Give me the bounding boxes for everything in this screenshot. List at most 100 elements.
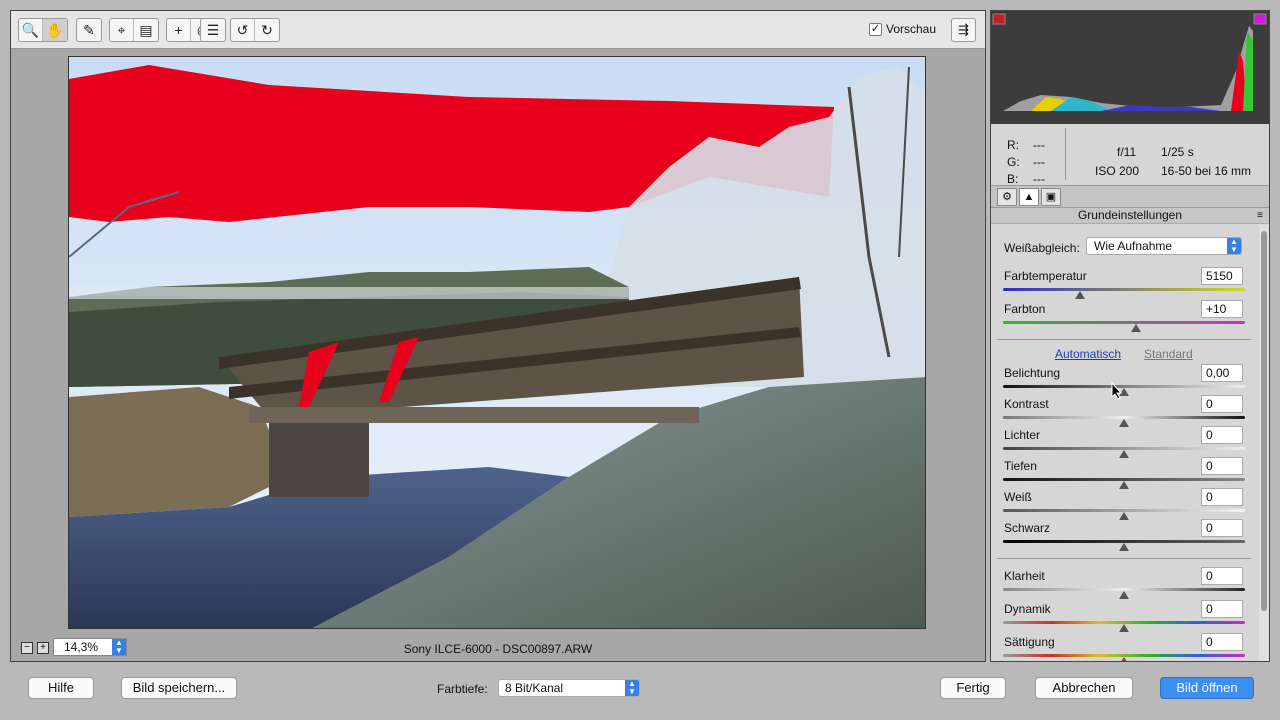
preview-checkbox[interactable]: ✓ (869, 22, 882, 36)
photo-preview (69, 57, 925, 628)
contrast-thumb[interactable] (1119, 419, 1129, 427)
highlights-label: Lichter (1004, 428, 1041, 442)
shadows-value[interactable]: 0 (1201, 457, 1243, 475)
crop-icon[interactable]: ⌖ (110, 19, 134, 41)
histogram (991, 11, 1269, 124)
panel-menu-icon[interactable]: ≡ (1257, 208, 1263, 223)
clarity-label: Klarheit (1004, 569, 1045, 583)
rotate-left-icon[interactable]: ↺ (231, 19, 255, 41)
vibrance-thumb[interactable] (1119, 624, 1129, 632)
lens-info: 16-50 bei 16 mm (1161, 164, 1252, 178)
tint-value[interactable]: +10 (1201, 300, 1243, 318)
contrast-value[interactable]: 0 (1201, 395, 1243, 413)
chevron-updown-icon: ▲ ▼ (625, 680, 639, 696)
image-info: R: --- G: --- B: --- f/11 1/25 s ISO 200… (991, 124, 1269, 186)
r-label: R: (1007, 138, 1019, 152)
b-label: B: (1007, 172, 1019, 186)
zoom-tool-icon[interactable]: 🔍 (19, 19, 43, 41)
saturation-thumb[interactable] (1119, 657, 1129, 661)
divider (997, 339, 1251, 340)
eyedropper-icon[interactable]: ✎ (77, 19, 101, 41)
camera-raw-dialog: 🔍 ✋ ✎ ⌖ ▤ + ◉ ☰ ↺ ↻ ✓ Vorsc (0, 0, 1280, 720)
section-header: Grundeinstellungen ≡ (991, 208, 1269, 224)
tool-group-6: ↺ ↻ (230, 18, 280, 42)
bit-depth-value: 8 Bit/Kanal (505, 681, 564, 695)
white-balance-value: Wie Aufnahme (1094, 239, 1173, 253)
basic-adjustments: Weißabgleich: Wie Aufnahme ▲ ▼ Farbtemper… (991, 225, 1259, 661)
divider (997, 558, 1251, 559)
tint-slider[interactable] (1003, 321, 1245, 324)
white-balance-label: Weißabgleich: (1004, 241, 1080, 255)
temperature-slider[interactable] (1003, 288, 1245, 291)
scrollbar-thumb[interactable] (1261, 231, 1267, 611)
help-button[interactable]: Hilfe (28, 677, 94, 699)
g-value: --- (1033, 155, 1045, 169)
highlight-clipping-icon[interactable] (1253, 13, 1267, 25)
saturation-label: Sättigung (1004, 635, 1055, 649)
vibrance-value[interactable]: 0 (1201, 600, 1243, 618)
default-link[interactable]: Standard (1144, 347, 1193, 361)
mouse-cursor-icon (1111, 382, 1123, 400)
exposure-label: Belichtung (1004, 366, 1061, 380)
hand-tool-icon[interactable]: ✋ (43, 19, 67, 41)
exposure-value[interactable]: 0,00 (1201, 364, 1243, 382)
chevron-updown-icon: ▲ ▼ (1227, 238, 1241, 254)
panel-scrollbar[interactable] (1259, 225, 1269, 661)
auto-link[interactable]: Automatisch (1055, 347, 1121, 361)
tab-camera-icon[interactable]: ▣ (1041, 188, 1061, 206)
white-balance-select[interactable]: Wie Aufnahme ▲ ▼ (1086, 237, 1242, 255)
b-value: --- (1033, 172, 1045, 186)
adjustments-panel: R: --- G: --- B: --- f/11 1/25 s ISO 200… (990, 10, 1270, 662)
aperture: f/11 (1117, 145, 1137, 159)
whites-value[interactable]: 0 (1201, 488, 1243, 506)
highlights-thumb[interactable] (1119, 450, 1129, 458)
tab-basic-icon[interactable]: ⚙ (997, 188, 1017, 206)
highlights-value[interactable]: 0 (1201, 426, 1243, 444)
tint-label: Farbton (1004, 302, 1046, 316)
section-title: Grundeinstellungen (1077, 208, 1183, 222)
blacks-thumb[interactable] (1119, 543, 1129, 551)
vibrance-label: Dynamik (1004, 602, 1051, 616)
whites-label: Weiß (1004, 490, 1032, 504)
tool-group-2: ✎ (76, 18, 102, 42)
tint-thumb[interactable] (1131, 324, 1142, 332)
toolbar: 🔍 ✋ ✎ ⌖ ▤ + ◉ ☰ ↺ ↻ ✓ Vorsc (11, 11, 985, 49)
shadows-thumb[interactable] (1119, 481, 1129, 489)
panel-tabs: ⚙ ▲ ▣ (991, 186, 1269, 208)
bit-depth-label: Farbtiefe: (437, 682, 488, 696)
tool-group-3: ⌖ ▤ (109, 18, 159, 42)
temperature-thumb[interactable] (1075, 291, 1086, 299)
tool-group-1: 🔍 ✋ (18, 18, 68, 42)
saturation-value[interactable]: 0 (1201, 633, 1243, 651)
open-image-button[interactable]: Bild öffnen (1160, 677, 1254, 699)
spot-removal-icon[interactable]: + (167, 19, 191, 41)
shadow-clipping-icon[interactable] (992, 13, 1006, 25)
clarity-value[interactable]: 0 (1201, 567, 1243, 585)
file-name: Sony ILCE-6000 - DSC00897.ARW (403, 642, 593, 656)
dialog-footer: Hilfe Bild speichern... Farbtiefe: 8 Bit… (0, 666, 1280, 720)
preview-toggle[interactable]: ✓ Vorschau (869, 22, 936, 36)
cancel-button[interactable]: Abbrechen (1035, 677, 1133, 699)
g-label: G: (1007, 155, 1020, 169)
preview-area: 🔍 ✋ ✎ ⌖ ▤ + ◉ ☰ ↺ ↻ ✓ Vorsc (10, 10, 986, 662)
clarity-thumb[interactable] (1119, 591, 1129, 599)
blacks-value[interactable]: 0 (1201, 519, 1243, 537)
info-divider (1065, 128, 1066, 180)
contrast-label: Kontrast (1004, 397, 1049, 411)
preview-label: Vorschau (886, 22, 937, 36)
tool-group-5: ☰ (200, 18, 226, 42)
whites-thumb[interactable] (1119, 512, 1129, 520)
image-canvas[interactable] (68, 56, 926, 629)
fullscreen-icon[interactable]: ⇶ (951, 18, 976, 42)
shutter-speed: 1/25 s (1161, 145, 1194, 159)
save-image-button[interactable]: Bild speichern... (121, 677, 237, 699)
r-value: --- (1033, 138, 1045, 152)
rotate-right-icon[interactable]: ↻ (255, 19, 279, 41)
shadows-label: Tiefen (1004, 459, 1037, 473)
tab-tone-curve-icon[interactable]: ▲ (1019, 188, 1039, 206)
straighten-icon[interactable]: ▤ (134, 19, 158, 41)
bit-depth-select[interactable]: 8 Bit/Kanal ▲ ▼ (498, 679, 640, 697)
done-button[interactable]: Fertig (940, 677, 1006, 699)
list-icon[interactable]: ☰ (201, 19, 225, 41)
temperature-value[interactable]: 5150 (1201, 267, 1243, 285)
